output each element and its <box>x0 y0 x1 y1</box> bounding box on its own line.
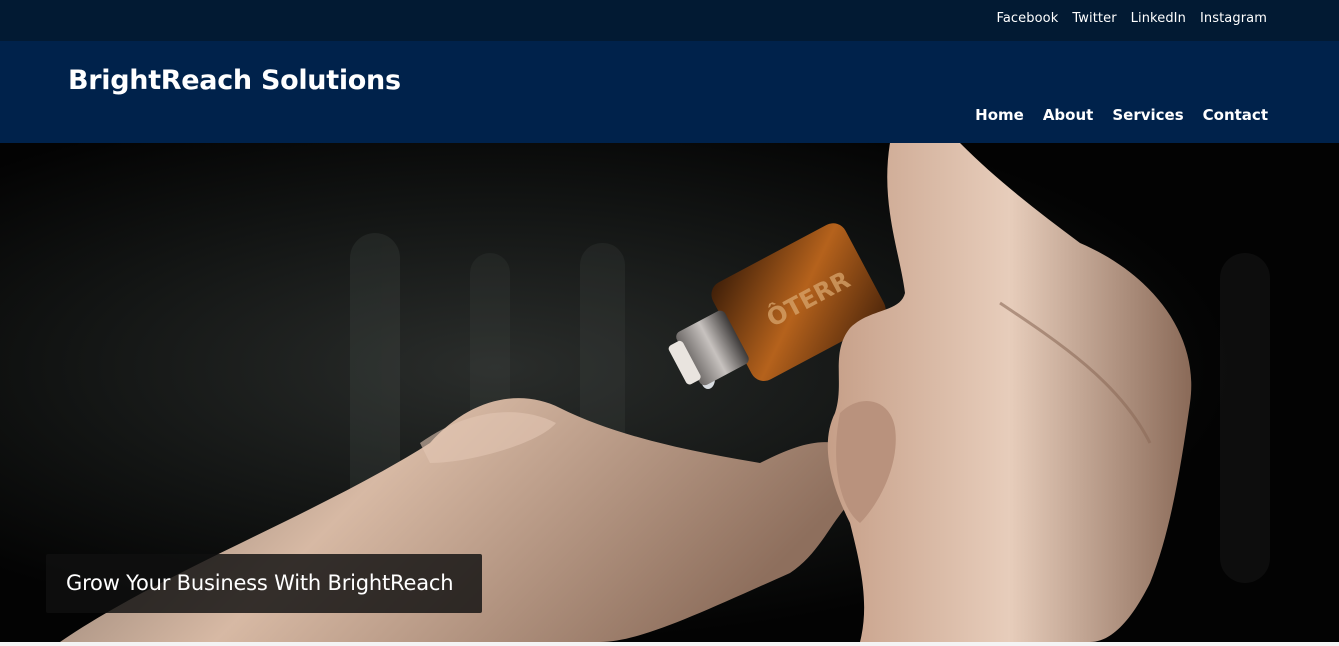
facebook-link[interactable]: Facebook <box>996 11 1058 26</box>
twitter-link[interactable]: Twitter <box>1072 11 1116 26</box>
nav-about[interactable]: About <box>1043 106 1094 124</box>
main-nav: Home About Services Contact <box>975 106 1268 124</box>
nav-services[interactable]: Services <box>1112 106 1183 124</box>
page-bottom-edge <box>0 642 1339 646</box>
nav-home[interactable]: Home <box>975 106 1024 124</box>
site-header: BrightReach Solutions Home About Service… <box>0 41 1339 143</box>
nav-contact[interactable]: Contact <box>1203 106 1268 124</box>
linkedin-link[interactable]: LinkedIn <box>1131 11 1186 26</box>
instagram-link[interactable]: Instagram <box>1200 11 1267 26</box>
hero-caption-box: Grow Your Business With BrightReach <box>46 554 482 613</box>
hero-caption: Grow Your Business With BrightReach <box>66 571 454 595</box>
hero-banner: ÔTERR Grow Your Business With BrightReac… <box>0 143 1339 642</box>
site-logo-text[interactable]: BrightReach Solutions <box>68 65 401 96</box>
top-bar: Facebook Twitter LinkedIn Instagram <box>0 0 1339 41</box>
social-links: Facebook Twitter LinkedIn Instagram <box>996 11 1267 26</box>
